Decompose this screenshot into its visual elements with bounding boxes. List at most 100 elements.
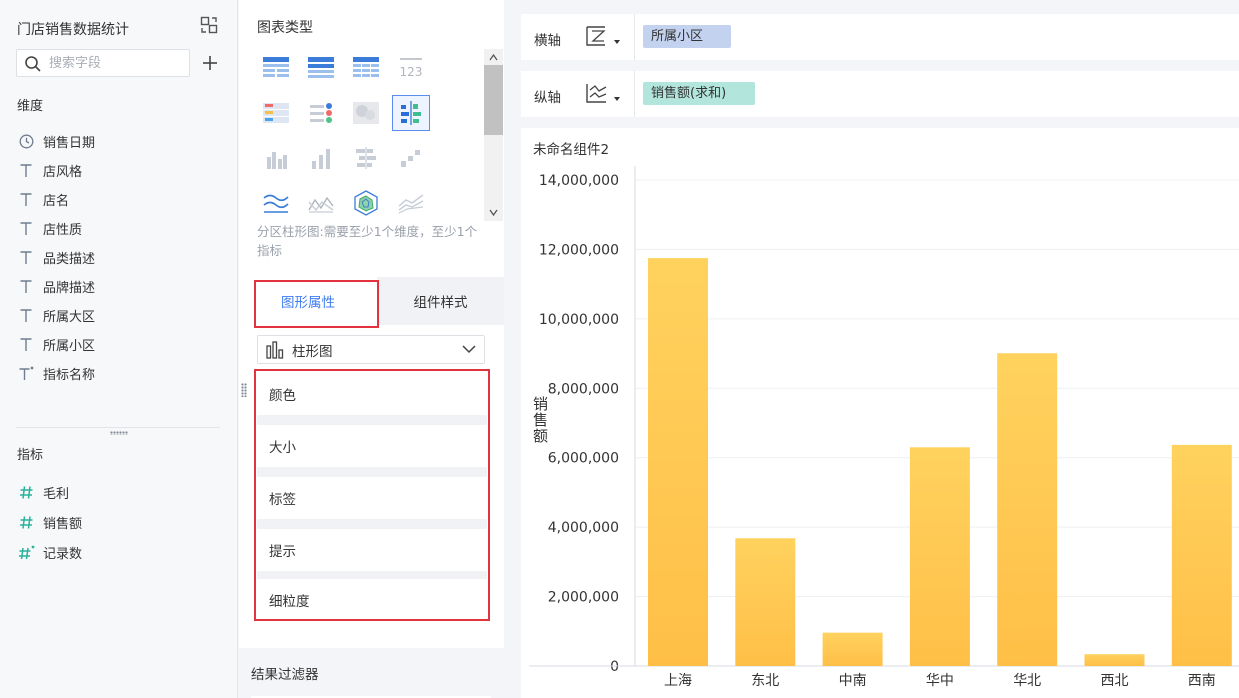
indicator-chart-icon[interactable] xyxy=(302,95,340,131)
bar xyxy=(822,632,883,666)
chart-type-select[interactable]: 柱形图 xyxy=(257,335,485,364)
stacked-bar-icon[interactable] xyxy=(302,140,340,176)
y-axis-type-icon[interactable] xyxy=(584,82,624,106)
bar xyxy=(648,258,708,666)
property-divider xyxy=(257,415,487,425)
search-icon xyxy=(25,56,41,72)
kpi-number-icon[interactable]: 123 xyxy=(392,50,430,86)
text-field-icon xyxy=(17,220,35,238)
x-tick-label: 中南 xyxy=(839,673,867,689)
dimension-field-item[interactable]: 品牌描述 xyxy=(17,272,95,301)
measure-section-title: 指标 xyxy=(17,448,44,463)
cross-table-icon[interactable] xyxy=(347,50,385,86)
x-tick-label: 西北 xyxy=(1101,673,1129,689)
y-axis-shelf[interactable]: 纵轴 销售额(求和) xyxy=(521,71,1239,117)
table-chart-icon[interactable] xyxy=(257,50,295,86)
chevron-down-icon xyxy=(462,345,476,354)
field-search-box[interactable] xyxy=(16,49,190,77)
property-tooltip[interactable]: 提示 xyxy=(257,529,487,571)
dimension-field-item[interactable]: 店风格 xyxy=(17,156,95,185)
y-tick-label: 2,000,000 xyxy=(548,590,619,606)
switch-dataset-icon[interactable] xyxy=(200,16,218,34)
scrollbar-thumb[interactable] xyxy=(484,65,503,135)
dimension-field-label: 店风格 xyxy=(43,165,83,180)
dimension-field-item[interactable]: 所属大区 xyxy=(17,301,95,330)
dimension-field-item[interactable]: 指标名称 xyxy=(17,359,95,388)
horizontal-bar-icon[interactable] xyxy=(347,140,385,176)
range-area-icon[interactable] xyxy=(392,185,430,221)
number-calc-field-icon xyxy=(17,543,35,561)
bar xyxy=(1171,444,1232,666)
dimension-field-item[interactable]: 店名 xyxy=(17,185,95,214)
chart-type-scrollbar[interactable] xyxy=(484,49,503,221)
chart-config-panel: 图表类型 123 分区柱形图:需要至少1个维度，至少1个指标 图形属性 组件样式… xyxy=(239,0,504,698)
area-chart-icon[interactable] xyxy=(302,185,340,221)
x-axis-shelf[interactable]: 横轴 所属小区 xyxy=(521,14,1239,60)
y-tick-label: 14,000,000 xyxy=(539,173,619,189)
line-chart-icon[interactable] xyxy=(257,185,295,221)
text-field-icon xyxy=(17,278,35,296)
dimension-field-item[interactable]: 店性质 xyxy=(17,214,95,243)
scroll-up-icon[interactable] xyxy=(489,53,498,62)
result-filter-title[interactable]: 结果过滤器 xyxy=(251,663,319,683)
dimension-section-title: 维度 xyxy=(17,99,44,114)
text-field-icon xyxy=(17,307,35,325)
property-granularity[interactable]: 细粒度 xyxy=(257,579,487,621)
axis-separator xyxy=(634,14,635,60)
add-field-icon[interactable] xyxy=(202,55,218,71)
property-size[interactable]: 大小 xyxy=(257,425,487,467)
bar xyxy=(997,353,1058,666)
x-axis-field-pill[interactable]: 所属小区 xyxy=(643,25,731,48)
measure-field-item[interactable]: 毛利 xyxy=(17,477,82,507)
result-filter-section: 结果过滤器 xyxy=(239,648,504,698)
config-tabs: 图形属性 组件样式 xyxy=(239,277,504,325)
dimension-field-item[interactable]: 销售日期 xyxy=(17,127,95,156)
y-tick-label: 10,000,000 xyxy=(539,312,619,328)
measure-list: 毛利销售额记录数 xyxy=(17,477,82,567)
measure-field-item[interactable]: 记录数 xyxy=(17,537,82,567)
x-tick-label: 西南 xyxy=(1188,673,1216,689)
measure-field-label: 毛利 xyxy=(43,486,70,502)
y-axis-field-pill[interactable]: 销售额(求和) xyxy=(643,82,755,105)
text-field-icon xyxy=(17,191,35,209)
tab-graph-properties[interactable]: 图形属性 xyxy=(239,277,377,325)
dimension-field-item[interactable]: 所属小区 xyxy=(17,330,95,359)
bar-chart-icon xyxy=(266,340,284,359)
x-axis-type-icon[interactable] xyxy=(584,25,624,49)
waterfall-chart-icon[interactable] xyxy=(392,140,430,176)
property-color[interactable]: 颜色 xyxy=(257,373,487,415)
chart-type-title: 图表类型 xyxy=(257,20,313,36)
property-divider xyxy=(257,467,487,477)
scroll-down-icon[interactable] xyxy=(489,208,498,217)
property-label[interactable]: 标签 xyxy=(257,477,487,519)
dimension-field-item[interactable]: 品类描述 xyxy=(17,243,95,272)
partition-bar-chart-icon[interactable] xyxy=(392,95,430,131)
chart-type-description: 分区柱形图:需要至少1个维度，至少1个指标 xyxy=(257,224,478,258)
measure-field-label: 记录数 xyxy=(43,546,83,562)
field-search-input[interactable] xyxy=(49,54,184,72)
panel-grip-handle[interactable] xyxy=(241,383,247,397)
heat-map-icon[interactable] xyxy=(347,95,385,131)
resize-handle[interactable] xyxy=(110,431,128,435)
y-tick-label: 8,000,000 xyxy=(548,381,619,397)
radar-chart-icon[interactable] xyxy=(347,185,385,221)
y-tick-label: 0 xyxy=(610,659,619,675)
x-axis-label: 横轴 xyxy=(534,33,561,49)
text-calc-field-icon xyxy=(17,365,35,383)
text-field-icon xyxy=(17,162,35,180)
text-field-icon xyxy=(17,336,35,354)
measure-field-item[interactable]: 销售额 xyxy=(17,507,82,537)
tab-component-style[interactable]: 组件样式 xyxy=(377,277,504,325)
chart-editor-area: 横轴 所属小区 纵轴 销售额(求和) 未命名组件2 销售额 0 2,000,000… xyxy=(504,0,1239,698)
clock-icon xyxy=(17,133,35,151)
multi-series-bar-icon[interactable] xyxy=(257,140,295,176)
dataset-title: 门店销售数据统计 xyxy=(17,22,129,38)
dimension-list: 销售日期店风格店名 店性质 品类描述 品牌描述所属大区所属小区 指标名称 xyxy=(17,127,95,388)
panel-divider xyxy=(16,427,220,428)
kpi-card-icon[interactable] xyxy=(257,95,295,131)
axis-separator xyxy=(634,71,635,117)
dimension-field-label: 所属大区 xyxy=(43,310,96,325)
group-table-icon[interactable] xyxy=(302,50,340,86)
property-divider xyxy=(257,519,487,529)
bar xyxy=(1084,654,1145,666)
